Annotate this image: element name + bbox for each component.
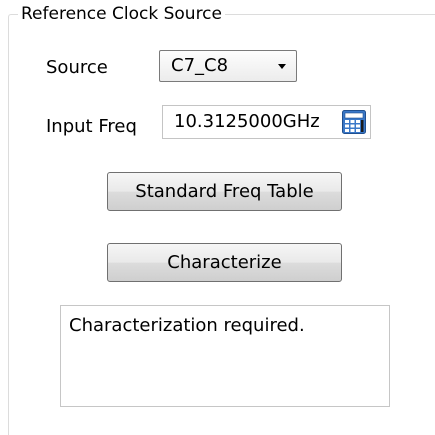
input-freq-field[interactable]: 10.3125000GHz xyxy=(162,105,371,139)
standard-freq-table-button[interactable]: Standard Freq Table xyxy=(107,172,342,211)
input-freq-value: 10.3125000GHz xyxy=(174,111,320,132)
status-box: Characterization required. xyxy=(60,305,390,407)
chevron-down-icon xyxy=(278,64,286,69)
characterize-button[interactable]: Characterize xyxy=(107,243,342,282)
source-label: Source xyxy=(46,57,108,78)
reference-clock-panel: Reference Clock Source Source C7_C8 Inpu… xyxy=(0,0,435,435)
calculator-icon[interactable] xyxy=(342,110,366,134)
input-freq-label: Input Freq xyxy=(46,116,137,137)
source-selected-value: C7_C8 xyxy=(171,55,229,76)
group-title: Reference Clock Source xyxy=(18,3,225,25)
status-message: Characterization required. xyxy=(69,315,305,336)
source-dropdown[interactable]: C7_C8 xyxy=(159,50,297,82)
